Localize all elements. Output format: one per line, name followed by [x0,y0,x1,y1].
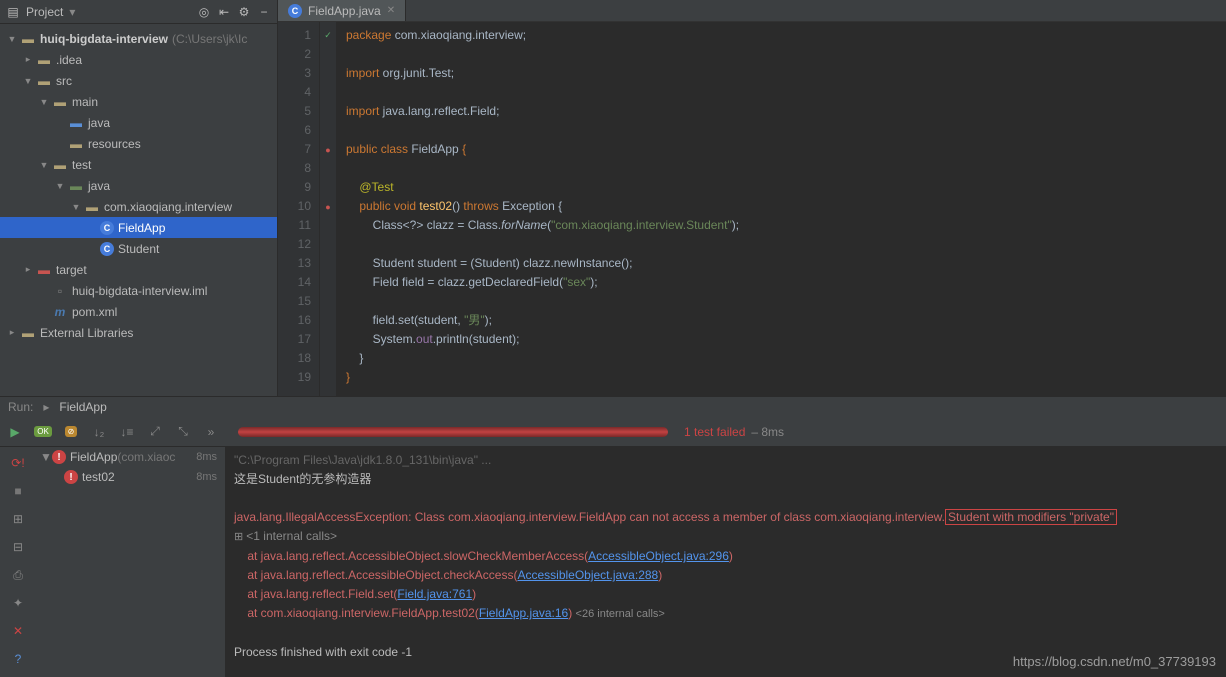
console-output[interactable]: "C:\Program Files\Java\jdk1.8.0_131\bin\… [226,447,1226,677]
editor-panel: C FieldApp.java ✕ 1234567891011121314151… [278,0,1226,396]
more-icon[interactable]: » [200,421,222,443]
tree-root[interactable]: ▼▬huiq-bigdata-interview(C:\Users\jk\Ic [0,28,277,49]
tree-ext[interactable]: ▸▬External Libraries [0,322,277,343]
layout-icon[interactable]: ⊞ [8,509,28,529]
hide-icon[interactable]: − [257,5,271,19]
tree-fieldapp[interactable]: CFieldApp [0,217,277,238]
rerun-failed-icon[interactable]: ⟳! [8,453,28,473]
run-toolbar: ▶ OK ⊘ ↓₂ ↓≡ ⤢ ⤡ » 1 test failed – 8ms [0,417,1226,447]
toggle-pass-icon[interactable]: OK [32,421,54,443]
expand-icon[interactable]: ⤢ [144,421,166,443]
project-icon: ▤ [6,5,20,19]
sort-icon[interactable]: ↓₂ [88,421,110,443]
tree-pkg[interactable]: ▼▬com.xiaoqiang.interview [0,196,277,217]
editor-tab[interactable]: C FieldApp.java ✕ [278,0,406,21]
watermark: https://blog.csdn.net/m0_37739193 [1013,654,1216,669]
code-area[interactable]: 12345678910111213141516171819 ✓●● packag… [278,22,1226,396]
run-label: Run: [8,400,33,414]
source-link[interactable]: Field.java:761 [397,587,472,601]
stack-line: at java.lang.reflect.AccessibleObject.sl… [234,547,1218,566]
gear-icon[interactable]: ⚙ [237,5,251,19]
console-stdout: 这是Student的无参构造器 [234,470,1218,489]
stack-line: at java.lang.reflect.Field.set(Field.jav… [234,585,1218,604]
test-class-row[interactable]: ▼! FieldApp (com.xiaoc 8ms [36,447,225,467]
console-expand[interactable]: ⊞ <1 internal calls> [234,527,1218,547]
console-exception: java.lang.IllegalAccessException: Class … [234,508,1218,527]
console-cmd: "C:\Program Files\Java\jdk1.8.0_131\bin\… [234,451,1218,470]
pin-icon[interactable]: ⊟ [8,537,28,557]
error-icon: ! [52,450,66,464]
project-header: ▤ Project ▾ ◎ ⇤ ⚙ − [0,0,277,24]
test-progress-bar [238,427,668,437]
stack-line: at com.xiaoqiang.interview.FieldApp.test… [234,604,1218,624]
tree-idea[interactable]: ▸▬.idea [0,49,277,70]
stop-icon[interactable]: ■ [8,481,28,501]
history-icon[interactable]: ✦ [8,593,28,613]
error-icon: ! [64,470,78,484]
tree-test-java[interactable]: ▼▬java [0,175,277,196]
tree-iml[interactable]: ▫huiq-bigdata-interview.iml [0,280,277,301]
run-side-toolbar: ⟳! ■ ⊞ ⊟ ⎙ ✦ ✕ ? [0,447,36,677]
close-run-icon[interactable]: ✕ [8,621,28,641]
test-method-row[interactable]: ! test02 8ms [36,467,225,487]
test-status: 1 test failed [684,425,745,439]
project-panel: ▤ Project ▾ ◎ ⇤ ⚙ − ▼▬huiq-bigdata-inter… [0,0,278,396]
tree-student[interactable]: CStudent [0,238,277,259]
toggle-ignore-icon[interactable]: ⊘ [60,421,82,443]
tree-test[interactable]: ▼▬test [0,154,277,175]
run-button[interactable]: ▶ [4,421,26,443]
project-title: Project [26,5,63,19]
collapse-icon[interactable]: ⇤ [217,5,231,19]
source-link[interactable]: AccessibleObject.java:296 [588,549,729,563]
test-tree[interactable]: ▼! FieldApp (com.xiaoc 8ms ! test02 8ms [36,447,226,677]
test-time: – 8ms [751,425,784,439]
class-icon: C [288,4,302,18]
tree-main-java[interactable]: ▬java [0,112,277,133]
tab-label: FieldApp.java [308,4,381,18]
export-icon[interactable]: ⎙ [8,565,28,585]
gutter-markers: ✓●● [320,22,336,396]
run-config-name: FieldApp [59,400,106,414]
run-panel: Run: ▸ FieldApp ▶ OK ⊘ ↓₂ ↓≡ ⤢ ⤡ » 1 tes… [0,396,1226,677]
sort2-icon[interactable]: ↓≡ [116,421,138,443]
tree-target[interactable]: ▸▬target [0,259,277,280]
stack-line: at java.lang.reflect.AccessibleObject.ch… [234,566,1218,585]
tree-main[interactable]: ▼▬main [0,91,277,112]
editor-tabbar: C FieldApp.java ✕ [278,0,1226,22]
target-icon[interactable]: ◎ [197,5,211,19]
help-icon[interactable]: ? [8,649,28,669]
run-header: Run: ▸ FieldApp [0,397,1226,417]
code-body[interactable]: package com.xiaoqiang.interview; import … [336,22,1226,396]
tree-main-resources[interactable]: ▬resources [0,133,277,154]
dropdown-icon[interactable]: ▾ [69,5,75,19]
tree-src[interactable]: ▼▬src [0,70,277,91]
run-config-icon: ▸ [43,400,49,414]
line-gutter: 12345678910111213141516171819 [278,22,320,396]
source-link[interactable]: AccessibleObject.java:288 [517,568,658,582]
tree-pom[interactable]: mpom.xml [0,301,277,322]
source-link[interactable]: FieldApp.java:16 [479,606,568,620]
close-icon[interactable]: ✕ [387,5,395,16]
project-tree[interactable]: ▼▬huiq-bigdata-interview(C:\Users\jk\Ic … [0,24,277,396]
collapse-all-icon[interactable]: ⤡ [172,421,194,443]
